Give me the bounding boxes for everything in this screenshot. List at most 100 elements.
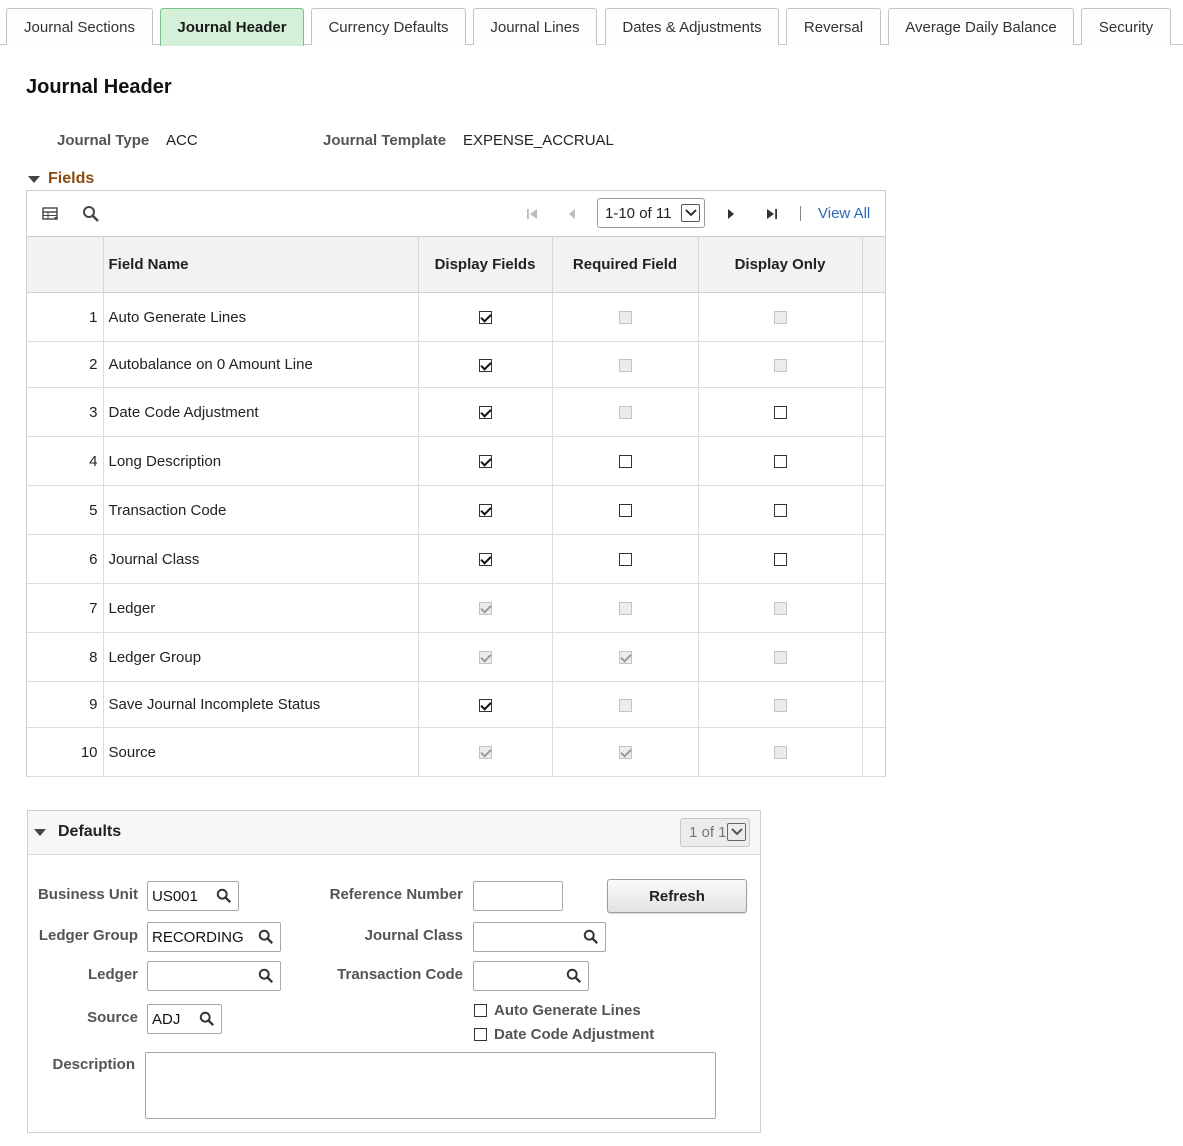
display-fields-checkbox[interactable] [478,406,492,420]
ledger-group-field[interactable]: RECORDING [147,922,281,952]
display-only-checkbox[interactable] [773,406,787,420]
tab-currency-defaults[interactable]: Currency Defaults [311,8,466,45]
display-only-checkbox [773,602,787,616]
date-code-adjustment-option[interactable]: Date Code Adjustment [474,1026,654,1043]
scrollbar-gutter [862,485,885,535]
column-header-display-fields[interactable]: Display Fields [418,236,553,293]
view-all-link[interactable]: View All [818,205,870,222]
search-icon[interactable] [199,1011,215,1031]
reference-number-field[interactable] [473,881,563,911]
required-field-cell [552,681,699,728]
tab-average-daily-balance[interactable]: Average Daily Balance [888,8,1074,45]
display-fields-checkbox[interactable] [478,358,492,372]
display-fields-cell [418,534,553,584]
search-icon[interactable] [583,929,599,949]
tab-journal-lines[interactable]: Journal Lines [473,8,597,45]
fields-grid: 1-10 of 11 View All Field Name Display F… [26,190,886,777]
defaults-title: Defaults [58,823,122,840]
required-field-checkbox[interactable] [618,553,632,567]
required-field-checkbox [618,602,632,616]
first-page-icon[interactable] [522,203,542,225]
auto-generate-lines-option[interactable]: Auto Generate Lines [474,1002,641,1019]
refresh-button[interactable]: Refresh [607,879,747,913]
display-fields-checkbox[interactable] [478,455,492,469]
date-code-adjustment-checkbox[interactable] [474,1028,487,1041]
transaction-code-field[interactable] [473,961,589,991]
tab-journal-sections[interactable]: Journal Sections [6,8,153,45]
search-icon[interactable] [258,929,274,949]
required-field-checkbox[interactable] [618,455,632,469]
ledger-field[interactable] [147,961,281,991]
auto-generate-lines-checkbox[interactable] [474,1004,487,1017]
journal-template-label: Journal Template [323,132,447,149]
tab-security[interactable]: Security [1081,8,1171,45]
required-field-checkbox[interactable] [618,504,632,518]
journal-type-label: Journal Type [57,132,150,149]
search-icon[interactable] [216,888,232,908]
display-only-cell [698,632,863,682]
display-only-checkbox[interactable] [773,553,787,567]
display-only-checkbox[interactable] [773,455,787,469]
tab-dates-adjustments[interactable]: Dates & Adjustments [605,8,779,45]
scrollbar-gutter [862,387,885,437]
display-fields-cell [418,341,553,388]
display-fields-cell [418,292,553,342]
row-number: 6 [27,534,104,584]
scrollbar-gutter [862,727,885,777]
row-range-text: 1-10 of 11 [605,204,672,222]
display-only-checkbox [773,651,787,665]
source-value: ADJ [152,1010,181,1028]
field-name-cell: Source [103,727,419,777]
column-header-field-name[interactable]: Field Name [103,236,419,293]
display-fields-cell [418,681,553,728]
display-only-checkbox [773,698,787,712]
ledger-group-label: Ledger Group [38,927,138,944]
field-name-cell: Ledger Group [103,632,419,682]
row-number: 4 [27,436,104,486]
transaction-code-label: Transaction Code [337,966,463,983]
required-field-cell [552,387,699,437]
display-only-checkbox[interactable] [773,504,787,518]
display-fields-checkbox[interactable] [478,311,492,325]
required-field-cell [552,534,699,584]
tab-reversal[interactable]: Reversal [786,8,881,45]
find-search-icon[interactable] [80,203,102,225]
column-header-display-only[interactable]: Display Only [698,236,863,293]
description-textarea[interactable] [145,1052,716,1119]
required-field-cell [552,292,699,342]
fields-section-toggle[interactable]: Fields [28,170,94,188]
fields-section-title: Fields [48,170,95,187]
row-number: 3 [27,387,104,437]
defaults-section-toggle[interactable]: Defaults [34,823,121,841]
last-page-icon[interactable] [762,203,782,225]
row-number: 1 [27,292,104,342]
display-fields-checkbox[interactable] [478,553,492,567]
search-icon[interactable] [566,968,582,988]
display-fields-checkbox[interactable] [478,504,492,518]
next-page-icon[interactable] [721,203,741,225]
fields-table: Field Name Display Fields Required Field… [27,236,885,777]
business-unit-field[interactable]: US001 [147,881,239,911]
defaults-panel: Defaults 1 of 1 Business Unit US001 Ledg… [27,810,761,1133]
display-fields-cell [418,632,553,682]
tab-journal-header[interactable]: Journal Header [160,8,304,46]
tab-bar: Journal Sections Journal Header Currency… [0,0,1183,46]
date-code-adjustment-label: Date Code Adjustment [494,1026,655,1043]
ledger-group-value: RECORDING [152,928,244,946]
defaults-row-select[interactable]: 1 of 1 [680,818,750,847]
collapse-triangle-icon [34,828,46,836]
row-range-select[interactable]: 1-10 of 11 [597,198,705,228]
field-name-cell: Transaction Code [103,485,419,535]
journal-class-field[interactable] [473,922,606,952]
display-only-cell [698,292,863,342]
display-only-cell [698,727,863,777]
personalize-grid-icon[interactable] [40,203,62,225]
source-field[interactable]: ADJ [147,1004,222,1034]
ledger-label: Ledger [87,966,138,983]
display-fields-cell [418,485,553,535]
display-fields-checkbox[interactable] [478,698,492,712]
previous-page-icon[interactable] [562,203,582,225]
search-icon[interactable] [258,968,274,988]
field-name-cell: Ledger [103,583,419,633]
column-header-required-field[interactable]: Required Field [552,236,699,293]
